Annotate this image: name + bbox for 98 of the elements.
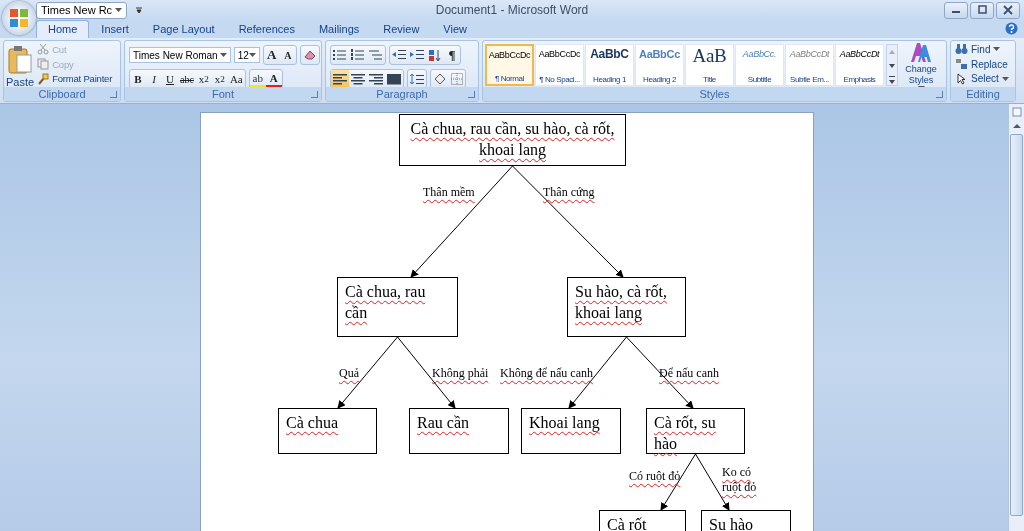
change-case-button[interactable]: Aa (227, 70, 245, 88)
style-gallery-item[interactable]: AaBbCc Heading 2 (635, 44, 684, 86)
paintbrush-icon (37, 72, 50, 85)
edge-label: Không phải (432, 366, 489, 380)
edge-label: Quả (339, 366, 359, 380)
clipboard-icon (7, 45, 34, 75)
italic-button[interactable]: I (146, 70, 162, 88)
bold-button[interactable]: B (130, 70, 146, 88)
multilevel-list-icon (369, 49, 383, 61)
edge-label: Ko có ruột đỏ (722, 465, 757, 494)
scrollbar-thumb[interactable] (1010, 134, 1023, 516)
style-gallery-item[interactable]: AaB Title (685, 44, 734, 86)
diagram-node: Cà chua, rau cần, su hào, cà rốt, khoai lang (399, 114, 626, 166)
font-size-field[interactable]: 12 (233, 47, 260, 63)
group-label: Font (212, 88, 234, 100)
scissors-icon (37, 43, 50, 56)
numbered-list-icon (351, 49, 365, 61)
caret-icon (1001, 76, 1009, 81)
diagram-node: Cà rốt, su hào (646, 408, 745, 454)
select-button[interactable]: Select (955, 72, 1011, 85)
restore-icon (977, 5, 987, 15)
edge-label: Thân cứng (543, 185, 595, 199)
office-logo-icon (8, 7, 30, 29)
format-painter-button[interactable]: Format Painter (37, 72, 113, 85)
replace-button[interactable]: Replace (955, 57, 1011, 71)
strikethrough-button[interactable]: abc (178, 70, 196, 88)
customize-toolbar-icon[interactable] (135, 6, 144, 14)
ribbon-tab[interactable]: Insert (89, 20, 141, 38)
style-gallery-item[interactable]: AaBbCcDc ¶ No Spaci... (535, 44, 584, 86)
eraser-icon (302, 49, 317, 61)
align-icon (351, 73, 365, 85)
ribbon-tab[interactable]: Review (371, 20, 432, 38)
indent-icon (410, 49, 424, 61)
caret-icon (993, 47, 1001, 52)
binoculars-icon (955, 43, 968, 56)
quick-access-font-box[interactable]: Times New Rc (36, 1, 128, 19)
caret-icon (115, 8, 123, 12)
caret-icon (248, 53, 256, 57)
dialog-launcher-icon[interactable] (468, 91, 475, 98)
office-button[interactable] (2, 1, 36, 35)
caret-icon (219, 53, 227, 57)
ribbon-tab[interactable]: References (226, 20, 307, 38)
diagram-node: Khoai lang (521, 408, 621, 454)
close-icon (1003, 5, 1013, 15)
group-label: Editing (966, 88, 1000, 100)
paint-bucket-icon (433, 73, 447, 85)
style-gallery-item[interactable]: AaBbCcDt Subtle Em... (785, 44, 834, 86)
help-icon[interactable] (1005, 22, 1018, 35)
align-icon (387, 73, 401, 85)
cursor-icon (955, 72, 968, 85)
close-button[interactable] (996, 1, 1020, 19)
restore-button[interactable] (970, 1, 994, 19)
grow-font-button[interactable]: A (263, 46, 280, 64)
find-button[interactable]: Find (955, 43, 1011, 56)
align-icon (369, 73, 383, 85)
copy-icon (37, 58, 50, 70)
diagram-node: Su hào, cà rốt, khoai lang (567, 277, 686, 337)
ribbon-tab[interactable]: Home (36, 20, 90, 38)
diagram-node: Cà chua (278, 408, 377, 454)
edge-label: Thân mềm (423, 185, 475, 199)
dialog-launcher-icon[interactable] (936, 91, 943, 98)
group-label: Paragraph (376, 88, 428, 100)
ribbon-tab[interactable]: Mailings (306, 20, 372, 38)
vertical-scrollbar[interactable] (1008, 104, 1024, 531)
align-icon (333, 73, 347, 85)
bullet-list-icon (333, 49, 347, 61)
paste-button[interactable]: Paste (6, 43, 35, 85)
styles-letters-icon (909, 40, 933, 64)
group-label: Styles (699, 88, 730, 100)
ribbon-tab[interactable]: Page Layout (140, 20, 227, 38)
edge-label: Có ruột đỏ (629, 469, 681, 483)
window-title: Document1 - Microsoft Word (434, 3, 590, 17)
edge-label: Không để nấu canh (500, 366, 593, 380)
shrink-font-button[interactable]: A (279, 46, 296, 64)
minimize-button[interactable] (944, 1, 968, 19)
line-spacing-icon (410, 73, 424, 85)
sort-icon (428, 48, 442, 62)
border-grid-icon (451, 73, 463, 85)
diagram-node: Su hào (701, 510, 791, 531)
style-gallery-item[interactable]: AaBbC Heading 1 (585, 44, 634, 86)
edge-label: Để nấu canh (659, 366, 719, 380)
font-name-field[interactable]: Times New Roman (129, 47, 231, 63)
style-gallery-item[interactable]: AaBbCcDc ¶ Normal (485, 44, 534, 86)
alignment-button[interactable] (331, 70, 349, 88)
diagram-node: Rau cần (409, 408, 509, 454)
dialog-launcher-icon[interactable] (110, 91, 117, 98)
show-formatting-marks-button[interactable]: ¶ (444, 46, 460, 64)
group-label: Clipboard (38, 88, 86, 100)
dialog-launcher-icon[interactable] (311, 91, 318, 98)
replace-icon (955, 58, 968, 70)
ruler-toggle-icon[interactable] (1009, 106, 1024, 118)
ribbon-tab[interactable]: View (431, 20, 479, 38)
diagram-node: Cà chua, rau cần (337, 277, 458, 337)
style-gallery-item[interactable]: AaBbCc. Subtitle (735, 44, 784, 86)
style-gallery-item[interactable]: AaBbCcDt Emphasis (835, 44, 884, 86)
indent-icon (392, 49, 406, 61)
underline-button[interactable]: U (162, 70, 178, 88)
diagram-node: Cà rốt (599, 510, 686, 531)
